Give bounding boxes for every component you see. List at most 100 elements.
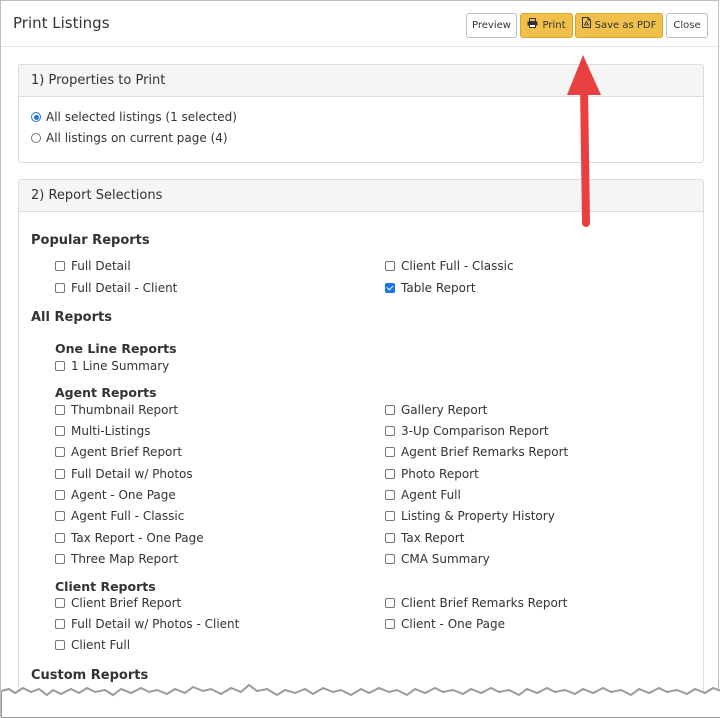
checkbox-icon[interactable]: [55, 261, 65, 271]
report-label: Client - One Page: [401, 617, 505, 631]
report-selections-panel: 2) Report Selections Popular Reports Ful…: [18, 179, 704, 718]
report-label: Agent - One Page: [71, 488, 176, 502]
popular-reports-heading: Popular Reports: [31, 233, 150, 248]
report-checkbox[interactable]: Client Full: [55, 638, 130, 652]
dialog-title: Print Listings: [13, 14, 110, 32]
dialog-header: Print Listings Preview Print Save as PDF…: [1, 1, 718, 47]
checkbox-icon[interactable]: [385, 554, 395, 564]
option-label: All listings on current page (4): [46, 131, 228, 145]
report-label: Agent Full - Classic: [71, 509, 185, 523]
report-label: Three Map Report: [71, 552, 179, 566]
report-checkbox[interactable]: Client Full - Classic: [385, 259, 514, 273]
report-label: Full Detail w/ Photos - Client: [71, 617, 240, 631]
report-checkbox[interactable]: Tax Report - One Page: [55, 531, 204, 545]
report-label: Multi-Listings: [71, 424, 151, 438]
report-label: Photo Report: [401, 467, 479, 481]
client-reports-heading: Client Reports: [55, 579, 156, 594]
checkbox-icon[interactable]: [55, 598, 65, 608]
report-label: Thumbnail Report: [71, 403, 179, 417]
report-checkbox[interactable]: Thumbnail Report: [55, 403, 178, 417]
report-checkbox[interactable]: Photo Report: [385, 467, 479, 481]
checkbox-icon[interactable]: [385, 405, 395, 415]
report-checkbox[interactable]: Gallery Report: [385, 403, 487, 417]
checkbox-icon[interactable]: [55, 405, 65, 415]
print-button[interactable]: Print: [520, 13, 573, 38]
checkbox-icon[interactable]: [55, 447, 65, 457]
checkbox-icon[interactable]: [55, 469, 65, 479]
checkbox-checked-icon[interactable]: [385, 283, 395, 293]
report-label: Tax Report: [401, 531, 465, 545]
report-checkbox[interactable]: Agent - One Page: [55, 488, 176, 502]
checkbox-icon[interactable]: [385, 598, 395, 608]
all-listings-current-page-option[interactable]: All listings on current page (4): [31, 131, 228, 145]
checkbox-icon[interactable]: [55, 533, 65, 543]
report-checkbox[interactable]: Full Detail w/ Photos - Client: [55, 617, 239, 631]
report-checkbox[interactable]: Client Brief Remarks Report: [385, 596, 567, 610]
report-checkbox[interactable]: Agent Brief Report: [55, 445, 182, 459]
checkbox-icon[interactable]: [385, 469, 395, 479]
report-label: Client Full: [71, 638, 131, 652]
report-label: Agent Brief Remarks Report: [401, 445, 569, 459]
report-label: Table Report: [401, 281, 476, 295]
report-label: Full Detail - Client: [71, 281, 178, 295]
preview-button[interactable]: Preview: [466, 13, 517, 38]
checkbox-icon[interactable]: [385, 426, 395, 436]
report-checkbox[interactable]: Listing & Property History: [385, 509, 555, 523]
agent-reports-heading: Agent Reports: [55, 385, 157, 400]
report-checkbox[interactable]: 1 Line Summary: [55, 359, 169, 373]
checkbox-icon[interactable]: [385, 619, 395, 629]
report-checkbox[interactable]: Full Detail: [55, 259, 131, 273]
report-label: Tax Report - One Page: [71, 531, 204, 545]
report-label: Full Detail: [71, 259, 131, 273]
checkbox-icon[interactable]: [55, 619, 65, 629]
report-label: Listing & Property History: [401, 509, 555, 523]
report-checkbox[interactable]: Client - One Page: [385, 617, 505, 631]
report-label: Agent Full: [401, 488, 461, 502]
report-label: Gallery Report: [401, 403, 488, 417]
save-as-pdf-button[interactable]: Save as PDF: [575, 13, 663, 38]
checkbox-icon[interactable]: [55, 490, 65, 500]
report-checkbox[interactable]: Three Map Report: [55, 552, 178, 566]
report-checkbox[interactable]: Agent Full - Classic: [55, 509, 184, 523]
table-report-checkbox[interactable]: Table Report: [385, 281, 476, 295]
radio-selected-icon[interactable]: [31, 112, 41, 122]
report-label: 3-Up Comparison Report: [401, 424, 549, 438]
all-selected-listings-option[interactable]: All selected listings (1 selected): [31, 110, 237, 124]
pdf-file-icon: [581, 14, 591, 37]
close-button[interactable]: Close: [666, 13, 708, 38]
printer-icon: [527, 14, 538, 37]
report-checkbox[interactable]: Full Detail - Client: [55, 281, 177, 295]
checkbox-icon[interactable]: [55, 511, 65, 521]
checkbox-icon[interactable]: [385, 511, 395, 521]
print-label: Print: [542, 20, 566, 31]
save-as-pdf-label: Save as PDF: [594, 20, 657, 31]
report-checkbox[interactable]: Tax Report: [385, 531, 464, 545]
report-label: Agent Brief Report: [71, 445, 183, 459]
close-label: Close: [673, 20, 701, 31]
report-checkbox[interactable]: Client Brief Report: [55, 596, 181, 610]
report-checkbox[interactable]: Multi-Listings: [55, 424, 150, 438]
report-label: Client Full - Classic: [401, 259, 514, 273]
checkbox-icon[interactable]: [55, 361, 65, 371]
report-checkbox[interactable]: Full Detail w/ Photos: [55, 467, 193, 481]
report-label: 1 Line Summary: [71, 359, 170, 373]
report-label: Full Detail w/ Photos: [71, 467, 193, 481]
checkbox-icon[interactable]: [55, 640, 65, 650]
torn-edge-decoration: [1, 683, 720, 718]
checkbox-icon[interactable]: [55, 283, 65, 293]
checkbox-icon[interactable]: [55, 554, 65, 564]
report-checkbox[interactable]: CMA Summary: [385, 552, 490, 566]
report-label: Client Brief Report: [71, 596, 182, 610]
radio-unselected-icon[interactable]: [31, 133, 41, 143]
report-checkbox[interactable]: Agent Brief Remarks Report: [385, 445, 568, 459]
checkbox-icon[interactable]: [385, 533, 395, 543]
checkbox-icon[interactable]: [385, 261, 395, 271]
checkbox-icon[interactable]: [55, 426, 65, 436]
checkbox-icon[interactable]: [385, 447, 395, 457]
report-checkbox[interactable]: 3-Up Comparison Report: [385, 424, 549, 438]
all-reports-heading: All Reports: [31, 310, 112, 325]
report-checkbox[interactable]: Agent Full: [385, 488, 461, 502]
one-line-reports-heading: One Line Reports: [55, 341, 177, 356]
checkbox-icon[interactable]: [385, 490, 395, 500]
report-label: Client Brief Remarks Report: [401, 596, 568, 610]
